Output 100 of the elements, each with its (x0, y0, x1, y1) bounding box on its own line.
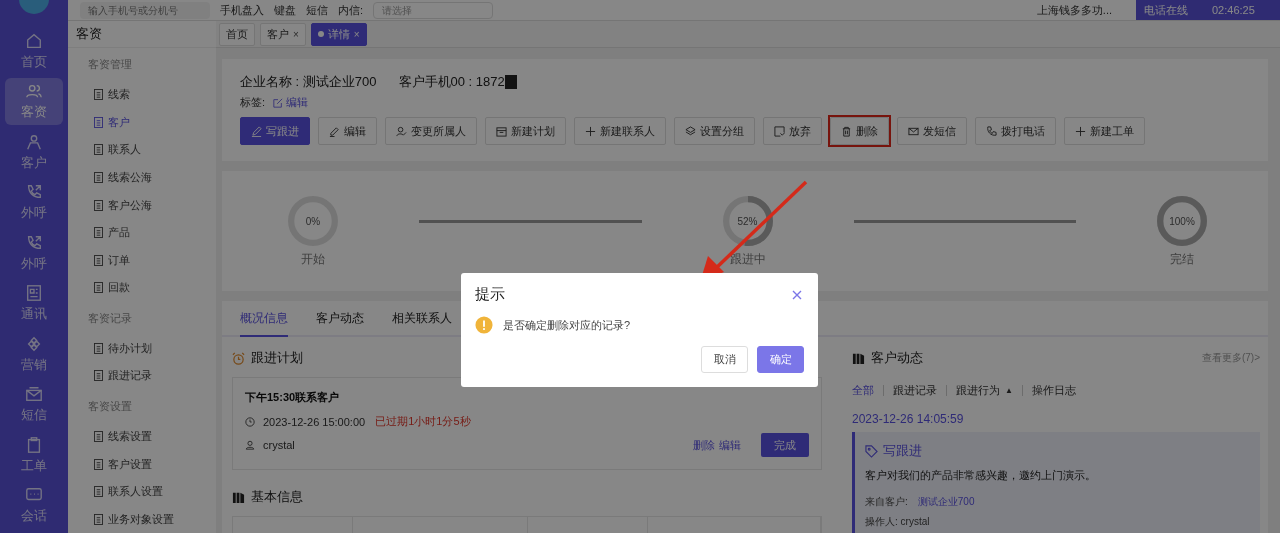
action-button[interactable]: 设置分组 (674, 117, 755, 145)
section-title: 客户动态 (871, 349, 923, 367)
sidebar-item[interactable]: 联系人设置 (68, 477, 216, 506)
action-button[interactable]: 发短信 (897, 117, 967, 145)
detail-tab[interactable]: 客户动态 (316, 301, 364, 337)
tags-label: 标签: (240, 95, 266, 110)
nav-item[interactable]: 外呼 (5, 179, 63, 226)
plan-link[interactable]: 编辑 (719, 437, 741, 453)
filter-tab[interactable]: 跟进行为 ▲ (956, 383, 1013, 398)
detail-tab[interactable]: 相关联系人 (392, 301, 452, 337)
document-icon (94, 199, 103, 211)
from-label: 来自客户: (865, 495, 908, 509)
nav-item[interactable]: 短信 (5, 381, 63, 428)
plus-icon (1075, 125, 1086, 137)
nav-item[interactable]: 工单 (5, 431, 63, 479)
sidebar-item[interactable]: 回款 (68, 274, 216, 302)
filter-tab[interactable]: 操作日志 (1031, 383, 1076, 398)
overdue-text: 已过期1小时1分5秒 (375, 414, 471, 429)
edit-icon (273, 97, 284, 108)
toolbar-item[interactable]: 手机盘入 (220, 2, 264, 18)
progress-percent: 100% (1169, 215, 1195, 226)
action-button[interactable]: 变更所属人 (385, 117, 477, 145)
sidebar-item[interactable]: 客户设置 (68, 450, 216, 478)
grid-icon (25, 284, 43, 303)
company-name[interactable]: 上海钱多多功... (1036, 2, 1112, 18)
nav-item[interactable]: 首页 (5, 27, 63, 75)
action-button[interactable]: 新建联系人 (574, 117, 666, 145)
action-button[interactable]: 新建工单 (1064, 117, 1145, 145)
plan-link[interactable]: 删除 (693, 437, 715, 453)
select-label: 内信: (338, 2, 364, 18)
checkbox-icon (774, 125, 785, 137)
phone-icon (25, 233, 43, 252)
edit-tags-link[interactable]: 编辑 (273, 95, 309, 110)
sidebar-item[interactable]: 客户公海 (68, 191, 216, 219)
stage-label: 开始 (301, 250, 325, 268)
nav-item[interactable]: 外呼 (5, 229, 63, 277)
sidebar-item[interactable]: 线索设置 (68, 422, 216, 451)
section-title: 基本信息 (251, 488, 303, 506)
sidebar-item[interactable]: 产品 (68, 218, 216, 247)
document-icon (94, 342, 103, 354)
user-icon (25, 132, 43, 151)
stage-label: 跟进中 (729, 250, 766, 268)
logo-icon (19, 0, 49, 14)
nav-item[interactable]: 通讯 (5, 280, 63, 327)
activity-date: 2023-12-26 14:05:59 (852, 412, 965, 426)
operator-text: 操作人: crystal (865, 515, 930, 529)
page-tab[interactable]: 详情 × (310, 22, 367, 46)
nav-item[interactable]: 营销 (5, 330, 63, 378)
plus-icon (585, 125, 596, 137)
plan-time: 2023-12-26 15:00:00 (263, 415, 366, 428)
sidebar-item[interactable]: 业务对象设置 (68, 505, 216, 533)
user-icon (245, 440, 255, 450)
alarm-clock-icon (232, 351, 245, 365)
nav-item[interactable]: 客户 (5, 128, 63, 176)
sidebar-item[interactable]: 订单 (68, 246, 216, 275)
confirm-button[interactable]: 确定 (757, 346, 804, 373)
book-icon (852, 351, 865, 365)
nav-item[interactable]: 会话 (5, 482, 63, 529)
sidebar-item[interactable]: 客户 (68, 108, 216, 137)
toolbar-item[interactable]: 键盘 (274, 2, 296, 18)
action-button[interactable]: 写跟进 (240, 117, 310, 145)
document-icon (94, 486, 103, 498)
home-icon (25, 31, 43, 50)
toolbar-item[interactable]: 短信 (306, 2, 328, 18)
sidebar-item[interactable]: 线索 (68, 81, 216, 109)
customer-link[interactable]: 测试企业700 (917, 495, 975, 509)
phone-icon (986, 125, 997, 137)
book-icon (232, 490, 245, 504)
document-icon (94, 144, 103, 156)
document-icon (94, 89, 103, 101)
document-icon (94, 370, 103, 382)
filter-tab[interactable]: 跟进记录 (893, 383, 937, 398)
clipboard-icon (25, 435, 43, 454)
action-button[interactable]: 拨打电话 (975, 117, 1056, 145)
action-button[interactable]: 编辑 (318, 117, 377, 145)
action-button[interactable]: 删除 (830, 117, 889, 145)
action-button[interactable]: 放弃 (763, 117, 822, 145)
redaction-mark (504, 75, 517, 89)
sidebar-item[interactable]: 联系人 (68, 136, 216, 164)
document-icon (94, 458, 103, 470)
page-tab[interactable]: 首页 (219, 22, 255, 46)
detail-tab[interactable]: 概况信息 (240, 301, 288, 337)
call-status-bar[interactable]: 电话在线 02:46:25 (1136, 0, 1280, 20)
document-icon (94, 282, 103, 294)
filter-tab[interactable]: 全部 (852, 383, 874, 398)
sidebar-item[interactable]: 待办计划 (68, 334, 216, 363)
section-title: 跟进计划 (251, 349, 303, 367)
plan-title: 下午15:30联系客户 (245, 390, 341, 405)
complete-button[interactable]: 完成 (761, 433, 809, 457)
stage-label: 完结 (1170, 250, 1194, 268)
plan-owner: crystal (263, 439, 295, 451)
cancel-button[interactable]: 取消 (701, 346, 748, 373)
document-icon (94, 254, 103, 266)
company-name: 企业名称 : 测试企业700 (240, 73, 377, 91)
page-tab[interactable]: 客户 × (260, 22, 306, 46)
user-icon (396, 125, 407, 137)
sidebar-item[interactable]: 线索公海 (68, 163, 216, 192)
sidebar-item[interactable]: 跟进记录 (68, 362, 216, 390)
progress-ring (721, 194, 774, 247)
action-button[interactable]: 新建计划 (485, 117, 566, 145)
